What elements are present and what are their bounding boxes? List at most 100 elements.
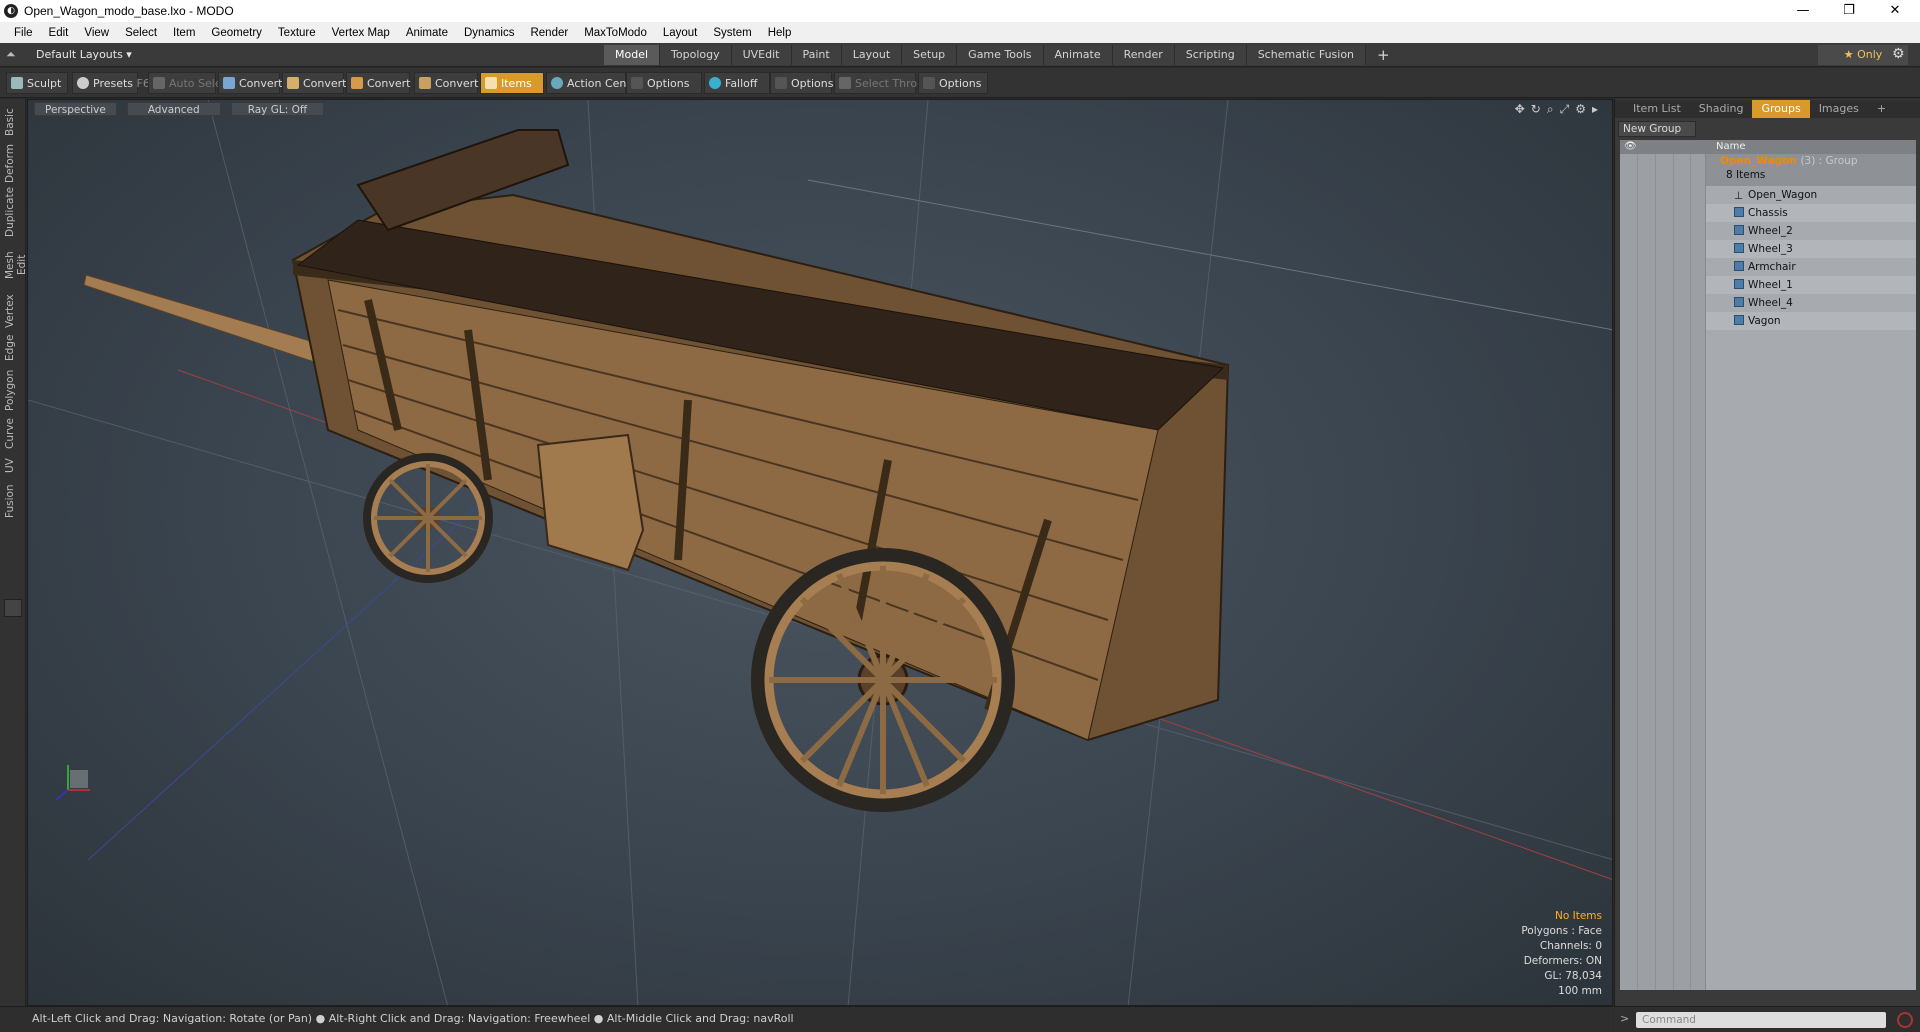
menu-select[interactable]: Select xyxy=(117,27,165,39)
menu-layout[interactable]: Layout xyxy=(655,27,706,39)
options-icon xyxy=(775,77,787,89)
options-button-3[interactable]: Options xyxy=(918,72,988,94)
left-tab-fusion[interactable]: Fusion xyxy=(4,481,22,521)
tree-item-chassis[interactable]: Chassis xyxy=(1706,204,1916,222)
left-tab-edge[interactable]: Edge xyxy=(4,333,22,363)
tab-layout[interactable]: Layout xyxy=(841,45,903,65)
tab-render[interactable]: Render xyxy=(1112,45,1175,65)
tree-item-armchair[interactable]: Armchair xyxy=(1706,258,1916,276)
tab-paint[interactable]: Paint xyxy=(791,45,842,65)
select-through-button[interactable]: Select Through xyxy=(834,72,938,94)
tree-item-open-wagon[interactable]: ⊥ Open_Wagon xyxy=(1706,186,1916,204)
left-tab-mesh-edit[interactable]: Mesh Edit xyxy=(4,241,28,289)
menu-vertex-map[interactable]: Vertex Map xyxy=(324,27,398,39)
new-group-button[interactable]: New Group xyxy=(1618,121,1696,137)
layout-home-icon[interactable]: ⏶ xyxy=(6,47,22,63)
tree-item-wheel-2[interactable]: Wheel_2 xyxy=(1706,222,1916,240)
options-icon xyxy=(631,77,643,89)
tab-schematic-fusion[interactable]: Schematic Fusion xyxy=(1246,45,1367,65)
menu-animate[interactable]: Animate xyxy=(398,27,456,39)
mesh-icon xyxy=(1734,279,1744,289)
tab-scripting[interactable]: Scripting xyxy=(1174,45,1247,65)
options-button-1[interactable]: Options xyxy=(626,72,702,94)
menu-render[interactable]: Render xyxy=(522,27,576,39)
left-tab-vertex[interactable]: Vertex xyxy=(4,293,22,329)
tab-groups[interactable]: Groups xyxy=(1752,100,1810,118)
gear-icon[interactable]: ⚙ xyxy=(1892,46,1905,62)
items-button[interactable]: Items xyxy=(480,72,544,94)
tab-setup[interactable]: Setup xyxy=(902,45,958,65)
add-panel-tab-icon[interactable]: + xyxy=(1868,100,1895,118)
close-button[interactable]: ✕ xyxy=(1872,0,1918,22)
pan-icon[interactable]: ✥ xyxy=(1515,102,1525,117)
convert-button-3[interactable]: Convert xyxy=(346,72,411,94)
tab-uvedit[interactable]: UVEdit xyxy=(731,45,792,65)
tab-images[interactable]: Images xyxy=(1810,100,1868,118)
play-icon[interactable]: ▸ xyxy=(1592,102,1598,117)
convert-button-2[interactable]: Convert xyxy=(282,72,347,94)
settings-icon[interactable]: ⚙ xyxy=(1575,102,1586,117)
raygl-button[interactable]: Ray GL: Off xyxy=(230,102,325,116)
left-tab-polygon[interactable]: Polygon xyxy=(4,367,22,413)
menu-view[interactable]: View xyxy=(76,27,117,39)
restore-button[interactable]: ❐ xyxy=(1826,0,1872,22)
action-center-button[interactable]: Action Center xyxy=(546,72,642,94)
tree-item-wheel-3[interactable]: Wheel_3 xyxy=(1706,240,1916,258)
left-tab-uv[interactable]: UV xyxy=(4,455,22,477)
convert-button-4[interactable]: Convert xyxy=(414,72,479,94)
menu-edit[interactable]: Edit xyxy=(41,27,77,39)
tree-item-vagon[interactable]: Vagon xyxy=(1706,312,1916,330)
left-tab-duplicate[interactable]: Duplicate xyxy=(4,187,22,237)
3d-viewport[interactable]: Perspective Advanced Ray GL: Off ✥ ↻ ⌕ ⤢… xyxy=(27,99,1613,1006)
menu-item[interactable]: Item xyxy=(165,27,203,39)
add-tab-icon[interactable]: + xyxy=(1366,45,1401,65)
menu-geometry[interactable]: Geometry xyxy=(203,27,270,39)
tool-bar: Sculpt Presets F6 Auto Select Convert Co… xyxy=(0,68,1920,98)
convert-button-1[interactable]: Convert xyxy=(218,72,283,94)
tab-game-tools[interactable]: Game Tools xyxy=(957,45,1044,65)
tab-item-list[interactable]: Item List xyxy=(1615,100,1690,118)
command-input[interactable]: Command xyxy=(1636,1012,1886,1028)
tab-topology[interactable]: Topology xyxy=(660,45,732,65)
sculpt-button[interactable]: Sculpt xyxy=(6,72,68,94)
groups-tree: 👁 Name Open_Wagon (3) : Group 8 Items ⊥ O… xyxy=(1620,140,1916,990)
convert-icon xyxy=(287,77,299,89)
falloff-button[interactable]: Falloff xyxy=(704,72,770,94)
options-button-2[interactable]: Options xyxy=(770,72,833,94)
tab-animate[interactable]: Animate xyxy=(1043,45,1113,65)
left-tab-basic[interactable]: Basic xyxy=(4,105,22,139)
right-panel-tabs: Item List Shading Groups Images + xyxy=(1615,100,1920,118)
options-icon xyxy=(923,77,935,89)
menu-texture[interactable]: Texture xyxy=(270,27,324,39)
auto-select-button[interactable]: Auto Select xyxy=(148,72,232,94)
presets-button[interactable]: Presets F6 xyxy=(72,72,150,94)
panel-toggle-icon[interactable] xyxy=(4,599,22,617)
record-icon[interactable] xyxy=(1897,1012,1913,1028)
menu-maxtomodo[interactable]: MaxToModo xyxy=(576,27,655,39)
group-row-open-wagon[interactable]: Open_Wagon (3) : Group 8 Items xyxy=(1706,154,1916,186)
tree-item-wheel-4[interactable]: Wheel_4 xyxy=(1706,294,1916,312)
menu-file[interactable]: File xyxy=(6,27,41,39)
default-layouts-dropdown[interactable]: Default Layouts ▾ xyxy=(36,48,132,61)
menu-help[interactable]: Help xyxy=(760,27,800,39)
menu-system[interactable]: System xyxy=(705,27,759,39)
mesh-icon xyxy=(1734,225,1744,235)
visibility-eye-icon[interactable]: 👁 xyxy=(1624,141,1637,152)
tab-model[interactable]: Model xyxy=(604,45,661,65)
rotate-icon[interactable]: ↻ xyxy=(1531,102,1541,117)
menu-dynamics[interactable]: Dynamics xyxy=(456,27,522,39)
tree-item-wheel-1[interactable]: Wheel_1 xyxy=(1706,276,1916,294)
perspective-button[interactable]: Perspective xyxy=(34,102,117,116)
left-tab-deform[interactable]: Deform xyxy=(4,143,22,183)
info-scale: 100 mm xyxy=(1558,985,1602,997)
minimize-button[interactable]: — xyxy=(1780,0,1826,22)
modo-logo-icon: ◐ xyxy=(4,4,18,18)
fit-icon[interactable]: ⤢ xyxy=(1560,102,1570,117)
left-tab-curve[interactable]: Curve xyxy=(4,417,22,451)
zoom-icon[interactable]: ⌕ xyxy=(1547,102,1554,117)
tab-shading[interactable]: Shading xyxy=(1690,100,1753,118)
left-tool-tabs: Basic Deform Duplicate Mesh Edit Vertex … xyxy=(0,99,28,1009)
mesh-icon xyxy=(1734,297,1744,307)
advanced-button[interactable]: Advanced xyxy=(126,102,221,116)
info-gl: GL: 78,034 xyxy=(1544,970,1602,982)
